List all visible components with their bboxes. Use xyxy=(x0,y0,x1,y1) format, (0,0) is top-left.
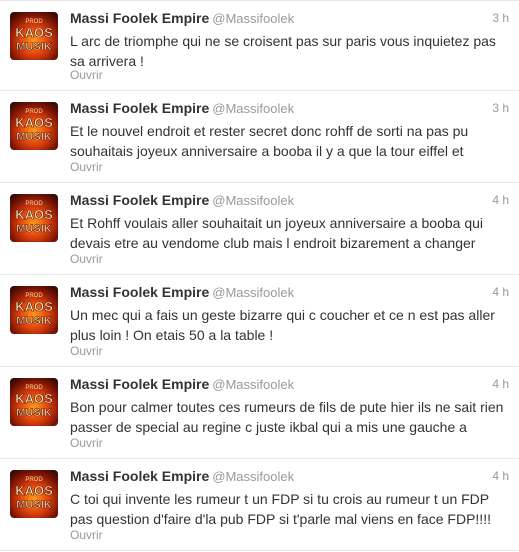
tweet-timeline: PROD KAOS MUSIK Massi Foolek Empire @Mass… xyxy=(0,0,519,551)
tweet-item[interactable]: PROD KAOS MUSIK Massi Foolek Empire @Mass… xyxy=(0,91,519,183)
tweet-timestamp[interactable]: 4 h xyxy=(492,377,509,391)
kaos-musik-logo-icon: PROD KAOS MUSIK xyxy=(15,19,53,53)
expand-link[interactable]: Ouvrir xyxy=(70,160,103,174)
tweet-header: Massi Foolek Empire @Massifoolek 3 h xyxy=(70,100,509,118)
expand-link[interactable]: Ouvrir xyxy=(70,344,103,358)
kaos-musik-logo-icon: PROD KAOS MUSIK xyxy=(15,477,53,511)
tweet-text: Un mec qui a fais un geste bizarre qui c… xyxy=(70,307,495,343)
user-name[interactable]: Massi Foolek Empire xyxy=(70,100,209,116)
user-handle[interactable]: @Massifoolek xyxy=(212,285,294,300)
user-handle[interactable]: @Massifoolek xyxy=(212,377,294,392)
svg-text:KAOS: KAOS xyxy=(15,391,53,406)
tweet-item[interactable]: PROD KAOS MUSIK Massi Foolek Empire @Mass… xyxy=(0,367,519,459)
expand-link[interactable]: Ouvrir xyxy=(70,528,103,542)
expand-link[interactable]: Ouvrir xyxy=(70,252,103,266)
tweet-header: Massi Foolek Empire @Massifoolek 3 h xyxy=(70,10,509,28)
user-name[interactable]: Massi Foolek Empire xyxy=(70,192,209,208)
user-name[interactable]: Massi Foolek Empire xyxy=(70,468,209,484)
svg-text:MUSIK: MUSIK xyxy=(16,407,52,419)
user-handle[interactable]: @Massifoolek xyxy=(212,193,294,208)
tweet-text: L arc de triomphe qui ne se croisent pas… xyxy=(70,33,496,69)
avatar[interactable]: PROD KAOS MUSIK xyxy=(10,378,58,426)
svg-text:KAOS: KAOS xyxy=(15,207,53,222)
tweet-text: Et le nouvel endroit et rester secret do… xyxy=(70,123,469,159)
svg-text:MUSIK: MUSIK xyxy=(16,499,52,511)
tweet-item[interactable]: PROD KAOS MUSIK Massi Foolek Empire @Mass… xyxy=(0,183,519,275)
tweet-timestamp[interactable]: 4 h xyxy=(492,285,509,299)
svg-text:MUSIK: MUSIK xyxy=(16,223,52,235)
tweet-item[interactable]: PROD KAOS MUSIK Massi Foolek Empire @Mass… xyxy=(0,459,519,551)
svg-text:KAOS: KAOS xyxy=(15,115,53,130)
svg-text:KAOS: KAOS xyxy=(15,299,53,314)
user-handle[interactable]: @Massifoolek xyxy=(212,469,294,484)
tweet-timestamp[interactable]: 4 h xyxy=(492,469,509,483)
kaos-musik-logo-icon: PROD KAOS MUSIK xyxy=(15,293,53,327)
svg-text:MUSIK: MUSIK xyxy=(16,41,52,53)
avatar[interactable]: PROD KAOS MUSIK xyxy=(10,12,58,60)
expand-link[interactable]: Ouvrir xyxy=(70,68,103,82)
user-name[interactable]: Massi Foolek Empire xyxy=(70,376,209,392)
svg-text:KAOS: KAOS xyxy=(15,483,53,498)
svg-text:KAOS: KAOS xyxy=(15,25,53,40)
tweet-text: Bon pour calmer toutes ces rumeurs de fi… xyxy=(70,399,504,435)
tweet-header: Massi Foolek Empire @Massifoolek 4 h xyxy=(70,468,509,486)
avatar[interactable]: PROD KAOS MUSIK xyxy=(10,102,58,150)
kaos-musik-logo-icon: PROD KAOS MUSIK xyxy=(15,109,53,143)
avatar[interactable]: PROD KAOS MUSIK xyxy=(10,194,58,242)
tweet-item[interactable]: PROD KAOS MUSIK Massi Foolek Empire @Mass… xyxy=(0,1,519,91)
svg-text:MUSIK: MUSIK xyxy=(16,315,52,327)
kaos-musik-logo-icon: PROD KAOS MUSIK xyxy=(15,385,53,419)
user-name[interactable]: Massi Foolek Empire xyxy=(70,10,209,26)
tweet-header: Massi Foolek Empire @Massifoolek 4 h xyxy=(70,376,509,394)
expand-link[interactable]: Ouvrir xyxy=(70,436,103,450)
avatar[interactable]: PROD KAOS MUSIK xyxy=(10,286,58,334)
tweet-timestamp[interactable]: 4 h xyxy=(492,193,509,207)
svg-text:MUSIK: MUSIK xyxy=(16,131,52,143)
tweet-text: Et Rohff voulais aller souhaitait un joy… xyxy=(70,215,483,251)
tweet-timestamp[interactable]: 3 h xyxy=(492,11,509,25)
tweet-header: Massi Foolek Empire @Massifoolek 4 h xyxy=(70,284,509,302)
avatar[interactable]: PROD KAOS MUSIK xyxy=(10,470,58,518)
tweet-timestamp[interactable]: 3 h xyxy=(492,101,509,115)
user-handle[interactable]: @Massifoolek xyxy=(212,101,294,116)
tweet-item[interactable]: PROD KAOS MUSIK Massi Foolek Empire @Mass… xyxy=(0,275,519,367)
user-handle[interactable]: @Massifoolek xyxy=(212,11,294,26)
tweet-text: C toi qui invente les rumeur t un FDP si… xyxy=(70,491,491,527)
tweet-header: Massi Foolek Empire @Massifoolek 4 h xyxy=(70,192,509,210)
kaos-musik-logo-icon: PROD KAOS MUSIK xyxy=(15,201,53,235)
user-name[interactable]: Massi Foolek Empire xyxy=(70,284,209,300)
